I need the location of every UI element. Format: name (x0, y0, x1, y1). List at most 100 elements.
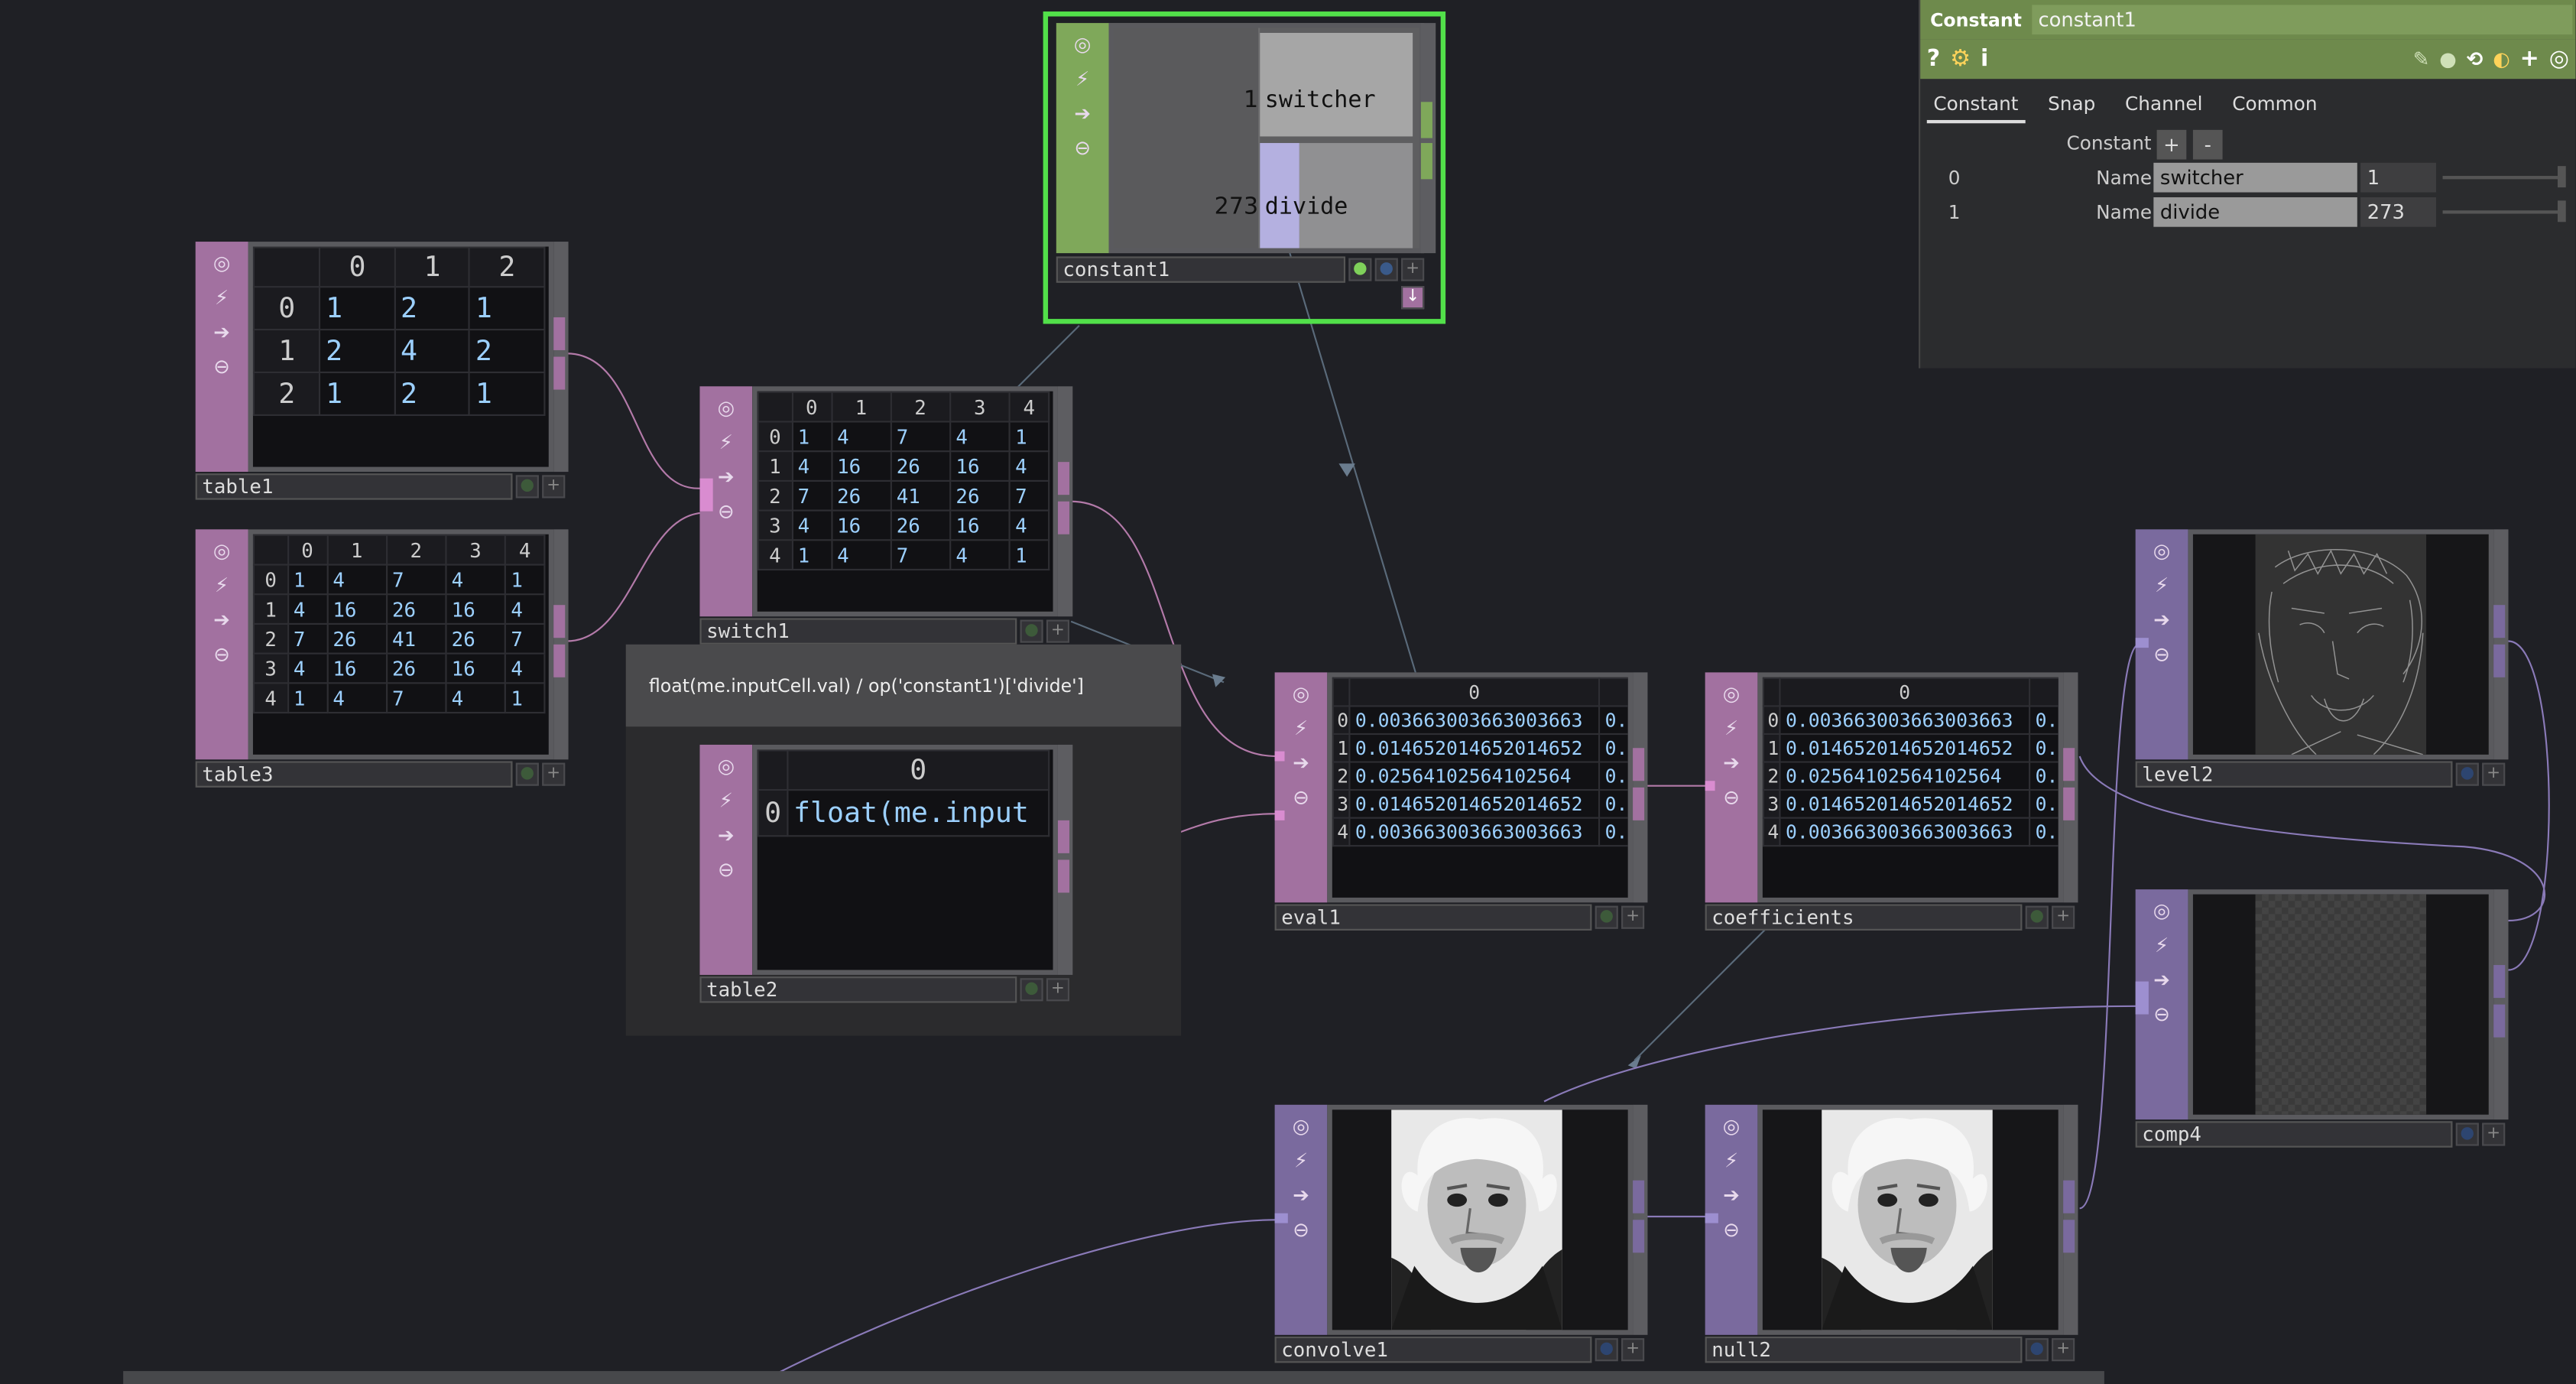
remove-constant-button[interactable]: - (2192, 129, 2223, 160)
output-port[interactable] (2063, 1220, 2075, 1253)
table-viewer[interactable]: 012 0121 1242 2121 (248, 242, 554, 473)
arrow-right-icon[interactable]: ➔ (712, 462, 741, 492)
target-icon[interactable]: ◎ (1286, 1111, 1316, 1141)
plus-icon[interactable]: + (1046, 619, 1069, 643)
node-name-label[interactable]: null2 (1705, 1336, 2023, 1363)
lightning-icon[interactable]: ⚡ (207, 283, 237, 313)
node-name-label[interactable]: switch1 (699, 618, 1017, 645)
node-name-label[interactable]: level2 (2135, 761, 2453, 788)
down-arrow-icon[interactable]: ↓ (1401, 286, 1425, 310)
node-coefficients[interactable]: ◎ ⚡ ➔ ⊖ 0 00.0036630036630036630.0 10.01… (1705, 672, 2080, 932)
arrow-right-icon[interactable]: ➔ (207, 317, 237, 347)
param-op-name-field[interactable]: constant1 (2031, 5, 2573, 35)
input-port[interactable] (2135, 638, 2149, 648)
node-table1[interactable]: ◎ ⚡ ➔ ⊖ 012 0121 1242 2121 table1 ● + (195, 242, 570, 502)
python-help-icon[interactable]: ⚙ (1950, 46, 1971, 72)
output-port[interactable] (553, 644, 566, 677)
table-viewer[interactable]: 0 0 float(me.input (752, 744, 1058, 975)
plus-icon[interactable]: + (542, 762, 566, 786)
lock-icon[interactable]: ⊖ (207, 639, 237, 669)
value-slider[interactable] (2442, 210, 2561, 214)
input-port[interactable] (1274, 810, 1285, 820)
arrow-right-icon[interactable]: ➔ (1717, 1181, 1747, 1210)
slider-handle[interactable] (2557, 166, 2566, 188)
tab-channel[interactable]: Channel (2118, 89, 2209, 123)
output-port[interactable] (2063, 748, 2075, 781)
input-port[interactable] (2135, 981, 2149, 1015)
lock-icon[interactable]: ⊖ (1286, 782, 1316, 812)
tab-snap[interactable]: Snap (2042, 89, 2102, 123)
comment-icon[interactable]: ● (2439, 47, 2457, 70)
output-port[interactable] (1057, 501, 1069, 534)
node-name-label[interactable]: comp4 (2135, 1121, 2453, 1148)
viewer-toggle-icon[interactable]: ● (515, 475, 539, 499)
value-slider[interactable] (2442, 176, 2561, 180)
lightning-icon[interactable]: ⚡ (2147, 931, 2177, 960)
node-name-label[interactable]: table3 (195, 761, 513, 788)
output-port[interactable] (2063, 1180, 2075, 1213)
output-port[interactable] (553, 356, 566, 390)
lock-icon[interactable]: ⊖ (1068, 133, 1098, 163)
arrow-right-icon[interactable]: ➔ (2147, 965, 2177, 995)
viewer-toggle-icon[interactable]: ● (515, 762, 539, 786)
target-icon[interactable]: ◎ (1286, 679, 1316, 709)
node-name-label[interactable]: constant1 (1056, 256, 1346, 283)
lock-icon[interactable]: ⊖ (207, 352, 237, 382)
output-port[interactable] (1420, 102, 1432, 138)
lightning-icon[interactable]: ⚡ (1068, 64, 1098, 94)
channel-value-field[interactable]: 1 (2360, 162, 2436, 193)
node-name-label[interactable]: table1 (195, 473, 513, 500)
arrow-right-icon[interactable]: ➔ (1068, 99, 1098, 128)
channel-viewer[interactable]: 1 switcher 273 divide (1108, 23, 1425, 254)
viewer-toggle-icon[interactable]: ● (1348, 258, 1372, 281)
table-viewer[interactable]: 0 00.0036630036630036630.0 10.0146520146… (1757, 672, 2064, 903)
output-port[interactable] (1633, 1180, 1645, 1213)
image-viewer[interactable] (1327, 1104, 1634, 1335)
table-viewer[interactable]: 0 00.0036630036630036630.0 10.0146520146… (1327, 672, 1634, 903)
output-port[interactable] (1420, 143, 1432, 180)
arrow-right-icon[interactable]: ➔ (207, 605, 237, 635)
script-icon[interactable]: ⟲ (2467, 47, 2484, 70)
plus-icon[interactable]: + (2052, 905, 2075, 929)
plus-icon[interactable]: + (1401, 258, 1425, 281)
output-port[interactable] (2493, 965, 2506, 999)
output-port[interactable] (2493, 605, 2506, 638)
plus-icon[interactable]: + (2482, 762, 2506, 786)
output-port[interactable] (1057, 859, 1069, 893)
viewer-toggle-icon[interactable]: ● (1595, 905, 1618, 929)
arrow-right-icon[interactable]: ➔ (2147, 605, 2177, 635)
arrow-right-icon[interactable]: ➔ (1286, 1181, 1316, 1210)
plus-icon[interactable]: + (2052, 1338, 2075, 1362)
horizontal-scrollbar[interactable] (123, 1371, 2104, 1384)
node-table2[interactable]: ◎ ⚡ ➔ ⊖ 0 0 float(me.input table2 ● + (699, 744, 1074, 1005)
output-port[interactable] (2493, 644, 2506, 677)
viewer-toggle-icon[interactable]: ● (1595, 1338, 1618, 1362)
input-port[interactable] (699, 478, 713, 512)
info-icon[interactable]: i (1981, 46, 1988, 72)
input-port[interactable] (1705, 781, 1715, 791)
lock-icon[interactable]: ⊖ (2147, 639, 2177, 669)
output-port[interactable] (553, 605, 566, 638)
network-editor[interactable]: ◎ ⚡ ➔ ⊖ 1 switcher 273 divide constant1 … (0, 0, 2576, 1384)
lightning-icon[interactable]: ⚡ (207, 570, 237, 600)
image-viewer[interactable] (2188, 529, 2494, 760)
lightning-icon[interactable]: ⚡ (712, 427, 741, 457)
settings-icon[interactable]: ◎ (2549, 46, 2569, 72)
target-icon[interactable]: ◎ (2147, 896, 2177, 926)
output-port[interactable] (1057, 462, 1069, 495)
output-port[interactable] (2493, 1004, 2506, 1038)
lightning-icon[interactable]: ⚡ (2147, 570, 2177, 600)
output-port[interactable] (1633, 787, 1645, 820)
node-name-label[interactable]: coefficients (1705, 904, 2023, 931)
slider-handle[interactable] (2557, 200, 2566, 223)
lock-icon[interactable]: ⊖ (1717, 782, 1747, 812)
target-icon[interactable]: ◎ (1717, 679, 1747, 709)
lock-icon[interactable]: ⊖ (1717, 1215, 1747, 1245)
output-port[interactable] (553, 317, 566, 350)
input-port[interactable] (1274, 751, 1285, 762)
node-level2[interactable]: ◎ ⚡ ➔ ⊖ level2 ● + (2135, 529, 2510, 789)
viewer-toggle-icon[interactable]: ● (2455, 762, 2479, 786)
lock-icon[interactable]: ⊖ (712, 855, 741, 885)
tab-constant[interactable]: Constant (1926, 89, 2026, 124)
lock-icon[interactable]: ⊖ (1286, 1215, 1316, 1245)
